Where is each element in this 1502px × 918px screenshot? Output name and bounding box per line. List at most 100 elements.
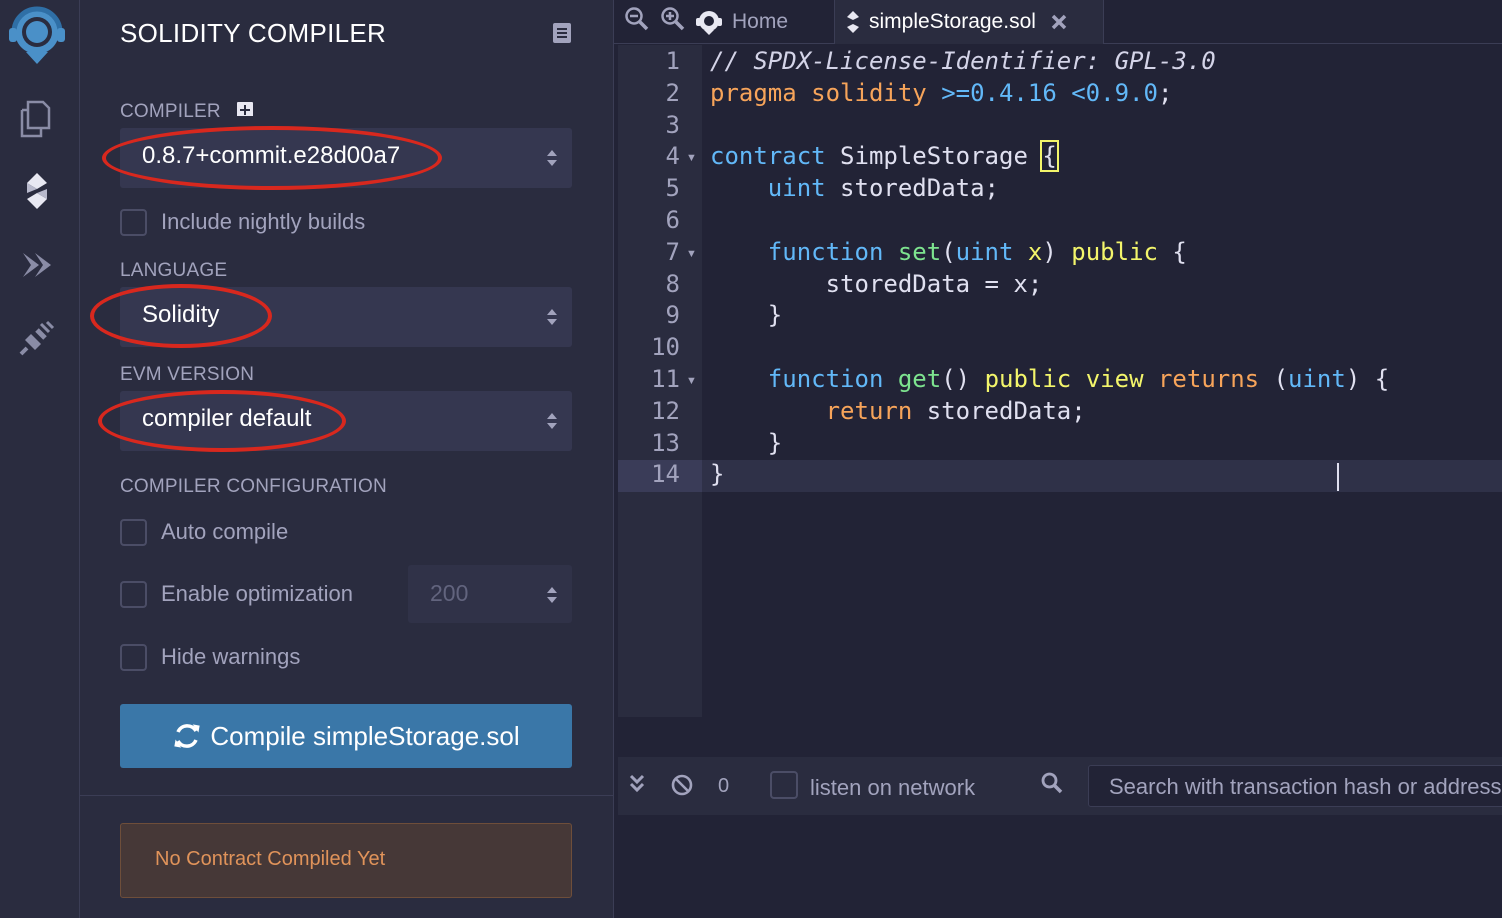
solidity-file-icon — [847, 11, 859, 33]
transaction-search-input[interactable]: Search with transaction hash or address — [1088, 765, 1502, 807]
code-line[interactable]: return storedData; — [710, 397, 1086, 425]
optimization-runs-input[interactable]: 200 — [408, 565, 572, 623]
editor-tab-bar: Home simpleStorage.sol — [614, 0, 1502, 44]
remix-logo-icon[interactable] — [4, 2, 70, 68]
solidity-compiler-icon[interactable] — [14, 168, 60, 214]
code-token: storedData; — [840, 174, 999, 203]
line-number: 2 — [665, 78, 680, 107]
compiler-version-value: 0.8.7+commit.e28d00a7 — [142, 142, 401, 169]
evm-version-select[interactable]: compiler default — [120, 391, 572, 451]
code-token: >=0.4.16 <0.9.0 — [941, 78, 1158, 107]
line-number: 6 — [665, 206, 680, 234]
line-number: 8 — [665, 269, 680, 298]
tab-simplestorage[interactable]: simpleStorage.sol — [834, 0, 1104, 44]
enable-optimization-checkbox[interactable] — [120, 580, 147, 608]
code-token: x — [1027, 237, 1043, 266]
include-nightly-row[interactable]: Include nightly builds — [120, 207, 365, 237]
stepper-arrows-icon[interactable] — [546, 584, 558, 606]
code-token: ( — [941, 237, 956, 266]
enable-optimization-label: Enable optimization — [161, 581, 354, 606]
hide-warnings-checkbox[interactable] — [120, 643, 147, 671]
listen-on-network-checkbox[interactable] — [770, 771, 798, 799]
tab-home[interactable]: Home — [694, 0, 834, 44]
code-line[interactable]: storedData = x; — [710, 269, 1043, 298]
terminal-output — [618, 815, 1502, 918]
pending-transactions-count: 0 — [718, 775, 730, 797]
icon-rail — [0, 0, 80, 918]
text-cursor — [1337, 463, 1339, 491]
solidity-compiler-panel: SOLIDITY COMPILER COMPILER 0.8.7+commit.… — [80, 0, 614, 918]
collapse-terminal-icon[interactable] — [628, 773, 646, 795]
code-line[interactable]: function get() public view returns (uint… — [710, 365, 1389, 393]
hide-warnings-row[interactable]: Hide warnings — [120, 642, 300, 672]
line-number: 9 — [665, 301, 680, 330]
code-token: ; — [1157, 78, 1173, 107]
compiler-configuration-label: COMPILER CONFIGURATION — [120, 476, 387, 497]
line-number: 4 — [665, 142, 680, 171]
file-explorer-icon[interactable] — [14, 96, 60, 142]
auto-compile-checkbox[interactable] — [120, 518, 147, 546]
code-line[interactable]: } — [710, 301, 782, 329]
code-line[interactable]: pragma solidity >=0.4.16 <0.9.0; — [710, 79, 1172, 107]
code-token: ) — [1042, 237, 1072, 266]
code-token: } — [710, 428, 783, 457]
search-icon[interactable] — [1040, 771, 1064, 795]
code-token: function — [710, 237, 898, 266]
documentation-icon[interactable] — [552, 22, 572, 44]
code-token: uint — [710, 174, 841, 203]
add-compiler-icon[interactable] — [236, 101, 254, 125]
enable-optimization-row[interactable]: Enable optimization — [120, 579, 353, 609]
code-token: // SPDX-License-Identifier: GPL-3.0 — [710, 47, 1216, 75]
line-number: 12 — [651, 396, 680, 425]
evm-version-value: compiler default — [142, 405, 312, 432]
code-token: public — [984, 365, 1086, 393]
compiler-label: COMPILER — [120, 101, 254, 125]
listen-on-network-label: listen on network — [810, 775, 976, 800]
code-token: view — [1085, 365, 1158, 393]
clear-console-icon[interactable] — [670, 773, 694, 797]
auto-compile-label: Auto compile — [161, 519, 289, 544]
code-token: } — [710, 301, 783, 330]
optimization-runs-value: 200 — [430, 580, 469, 606]
compile-button[interactable]: Compile simpleStorage.sol — [120, 704, 572, 768]
zoom-out-icon[interactable] — [624, 6, 650, 32]
deploy-run-icon[interactable] — [14, 242, 60, 288]
language-select[interactable]: Solidity — [120, 287, 572, 347]
refresh-icon — [174, 724, 201, 748]
code-line[interactable]: uint storedData; — [710, 174, 999, 202]
select-arrows-icon — [547, 150, 557, 166]
close-tab-icon[interactable] — [1050, 13, 1068, 31]
code-token: storedData; — [926, 396, 1086, 425]
zoom-in-icon[interactable] — [660, 6, 686, 32]
code-token: pragma solidity — [710, 78, 942, 107]
code-line[interactable]: } — [710, 429, 782, 457]
active-line-highlight — [702, 460, 1502, 492]
fold-toggle-icon[interactable]: ▼ — [686, 152, 697, 164]
include-nightly-label: Include nightly builds — [161, 209, 366, 234]
code-line[interactable]: contract SimpleStorage { — [710, 140, 1059, 173]
code-token: uint — [955, 237, 1028, 266]
code-line[interactable]: // SPDX-License-Identifier: GPL-3.0 — [710, 47, 1216, 75]
language-label: LANGUAGE — [120, 260, 228, 281]
line-number: 5 — [665, 174, 680, 203]
line-number: 3 — [665, 110, 680, 139]
panel-title: SOLIDITY COMPILER — [120, 18, 387, 48]
fold-toggle-icon[interactable]: ▼ — [686, 375, 697, 387]
code-line[interactable]: } — [710, 460, 724, 488]
code-line[interactable]: function set(uint x) public { — [710, 238, 1187, 266]
panel-divider — [80, 795, 614, 796]
code-token: public — [1071, 237, 1173, 266]
fold-toggle-icon[interactable]: ▼ — [686, 248, 697, 260]
code-token: storedData = x; — [710, 269, 1043, 298]
auto-compile-row[interactable]: Auto compile — [120, 517, 288, 547]
compiler-version-select[interactable]: 0.8.7+commit.e28d00a7 — [120, 128, 572, 188]
main-editor-area: Home simpleStorage.sol 0 listen on netwo… — [614, 0, 1502, 918]
line-number: 14 — [651, 460, 680, 489]
plugin-manager-icon[interactable] — [14, 316, 60, 362]
tab-home-label: Home — [732, 10, 789, 33]
line-number: 10 — [651, 333, 680, 362]
code-token: return — [710, 396, 927, 425]
line-number: 13 — [651, 428, 680, 457]
hide-warnings-label: Hide warnings — [161, 644, 301, 669]
include-nightly-checkbox[interactable] — [120, 208, 147, 236]
